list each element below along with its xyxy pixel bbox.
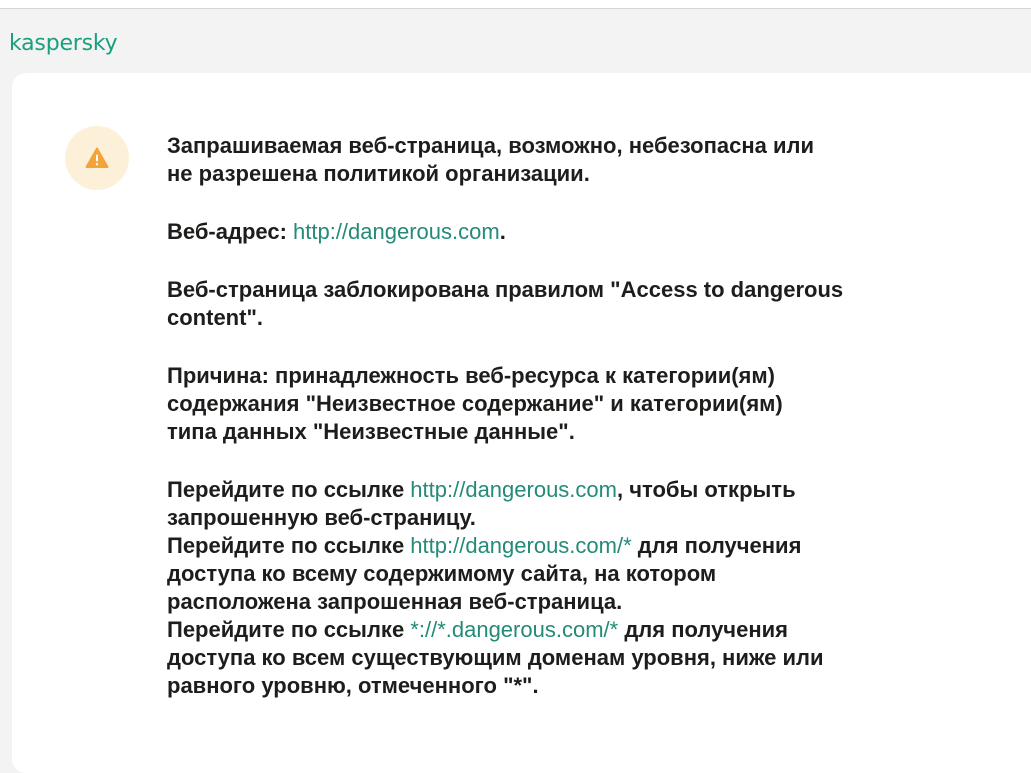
open-site-suffix: для получения bbox=[631, 533, 802, 558]
open-domains-line-3: равного уровню, отмеченного "*". bbox=[167, 673, 539, 698]
open-page-line-2: запрошенную веб-страницу. bbox=[167, 505, 476, 530]
open-page-suffix: , чтобы открыть bbox=[616, 477, 796, 502]
open-page-line-1: Перейдите по ссылке http://dangerous.com… bbox=[167, 476, 987, 504]
rule-line-2: content". bbox=[167, 305, 263, 330]
headline-line-2: не разрешена политикой организации. bbox=[167, 161, 590, 186]
web-address: Веб-адрес: http://dangerous.com. bbox=[167, 218, 987, 246]
open-domains-link[interactable]: *://*.dangerous.com/* bbox=[410, 617, 618, 642]
open-domains-prefix: Перейдите по ссылке bbox=[167, 617, 411, 642]
open-domains-line-1: Перейдите по ссылке *://*.dangerous.com/… bbox=[167, 616, 987, 644]
block-message: Запрашиваемая веб-страница, возможно, не… bbox=[167, 132, 987, 700]
headline-line-1: Запрашиваемая веб-страница, возможно, не… bbox=[167, 133, 815, 158]
reason-line-2: содержания "Неизвестное содержание" и ка… bbox=[167, 391, 783, 416]
open-site-line-3: расположена запрошенная веб-страница. bbox=[167, 589, 623, 614]
open-site-line-1: Перейдите по ссылке http://dangerous.com… bbox=[167, 532, 987, 560]
reason-line-1: Причина: принадлежность веб-ресурса к ка… bbox=[167, 363, 775, 388]
web-address-label: Веб-адрес: bbox=[167, 219, 294, 244]
warning-icon bbox=[85, 147, 109, 168]
warning-badge bbox=[65, 126, 129, 190]
web-address-link[interactable]: http://dangerous.com bbox=[293, 219, 500, 244]
open-page-prefix: Перейдите по ссылке bbox=[167, 477, 411, 502]
open-site-prefix: Перейдите по ссылке bbox=[167, 533, 411, 558]
kaspersky-logo: kaspersky bbox=[9, 31, 118, 56]
web-address-end: . bbox=[499, 219, 506, 244]
open-page-link[interactable]: http://dangerous.com bbox=[410, 477, 617, 502]
browser-top-border bbox=[0, 0, 1031, 9]
open-site-link[interactable]: http://dangerous.com/* bbox=[410, 533, 631, 558]
reason-line-3: типа данных "Неизвестные данные". bbox=[167, 419, 575, 444]
open-domains-suffix: для получения bbox=[618, 617, 788, 642]
open-site-line-2: доступа ко всему содержимому сайта, на к… bbox=[167, 561, 717, 586]
rule-line-1: Веб-страница заблокирована правилом "Acc… bbox=[167, 277, 844, 302]
open-domains-line-2: доступа ко всем существующим доменам уро… bbox=[167, 645, 824, 670]
